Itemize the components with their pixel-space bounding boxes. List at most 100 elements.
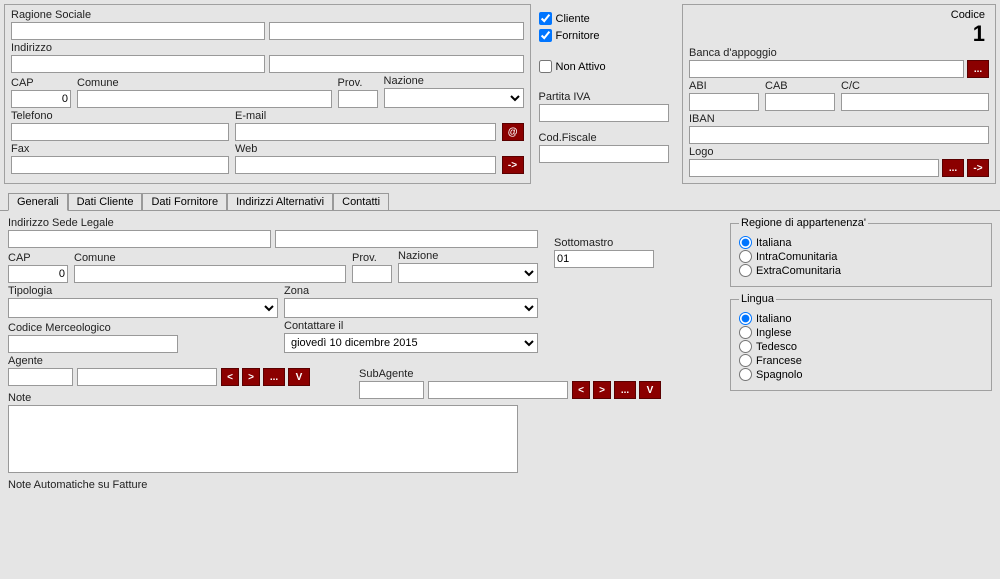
chevron-right-icon: > — [599, 385, 605, 396]
lingua-francese-radio[interactable] — [739, 354, 752, 367]
indirizzo-2-input[interactable] — [269, 55, 523, 73]
partita-iva-input[interactable] — [539, 104, 669, 122]
cab-input[interactable] — [765, 93, 835, 111]
contattare-label: Contattare il — [284, 320, 538, 332]
subagente-next-button[interactable]: > — [593, 381, 611, 399]
comune-input[interactable] — [77, 90, 332, 108]
contattare-select[interactable]: giovedì 10 dicembre 2015 — [284, 333, 538, 353]
tab-dati-fornitore[interactable]: Dati Fornitore — [142, 193, 227, 211]
subagente-more-button[interactable]: ... — [614, 381, 636, 399]
tab-generali[interactable]: Generali — [8, 193, 68, 211]
tab-contatti[interactable]: Contatti — [333, 193, 389, 211]
tab-dati-cliente[interactable]: Dati Cliente — [68, 193, 143, 211]
sede-2-input[interactable] — [275, 230, 538, 248]
cc-label: C/C — [841, 80, 989, 92]
iban-input[interactable] — [689, 126, 989, 144]
regione-italiana-radio[interactable] — [739, 236, 752, 249]
note-textarea[interactable] — [8, 405, 518, 473]
zona-select[interactable] — [284, 298, 538, 318]
regione-italiana-label: Italiana — [756, 237, 791, 249]
email-button[interactable]: @ — [502, 123, 524, 141]
lingua-spagnolo-label: Spagnolo — [756, 369, 803, 381]
cap-input[interactable] — [11, 90, 71, 108]
subagente-code-input[interactable] — [359, 381, 424, 399]
lingua-inglese-label: Inglese — [756, 327, 791, 339]
codice-value: 1 — [973, 21, 985, 47]
logo-input[interactable] — [689, 159, 939, 177]
subagente-down-button[interactable]: V — [639, 381, 661, 399]
codice-label: Codice — [951, 9, 985, 21]
sede-1-input[interactable] — [8, 230, 271, 248]
email-input[interactable] — [235, 123, 496, 141]
logo-go-button[interactable]: -> — [967, 159, 989, 177]
tab-indirizzi-alternativi[interactable]: Indirizzi Alternativi — [227, 193, 333, 211]
chevron-down-icon: V — [296, 372, 303, 383]
zona-label: Zona — [284, 285, 538, 297]
gen-prov-input[interactable] — [352, 265, 392, 283]
chevron-right-icon: > — [248, 372, 254, 383]
fornitore-checkbox[interactable] — [539, 29, 552, 42]
regione-intra-label: IntraComunitaria — [756, 251, 837, 263]
agente-name-input[interactable] — [77, 368, 217, 386]
lingua-italiano-radio[interactable] — [739, 312, 752, 325]
fornitore-label: Fornitore — [556, 30, 600, 42]
tipologia-select[interactable] — [8, 298, 278, 318]
non-attivo-label: Non Attivo — [556, 61, 606, 73]
lingua-francese-label: Francese — [756, 355, 802, 367]
indirizzo-1-input[interactable] — [11, 55, 265, 73]
lingua-legend: Lingua — [739, 293, 776, 305]
codice-merc-label: Codice Merceologico — [8, 322, 178, 334]
lingua-fieldset: Lingua Italiano Inglese Tedesco Francese… — [730, 293, 992, 391]
agente-next-button[interactable]: > — [242, 368, 260, 386]
codice-merc-input[interactable] — [8, 335, 178, 353]
logo-label: Logo — [689, 146, 989, 158]
telefono-input[interactable] — [11, 123, 229, 141]
banca-label: Banca d'appoggio — [689, 47, 989, 59]
regione-fieldset: Regione di appartenenza' Italiana IntraC… — [730, 217, 992, 287]
gen-comune-label: Comune — [74, 252, 346, 264]
lingua-italiano-label: Italiano — [756, 313, 791, 325]
gen-comune-input[interactable] — [74, 265, 346, 283]
ragione-sociale-1-input[interactable] — [11, 22, 265, 40]
more-icon: ... — [974, 64, 982, 75]
iban-label: IBAN — [689, 113, 989, 125]
agente-code-input[interactable] — [8, 368, 73, 386]
cc-input[interactable] — [841, 93, 989, 111]
lingua-tedesco-radio[interactable] — [739, 340, 752, 353]
fax-input[interactable] — [11, 156, 229, 174]
nazione-select[interactable] — [384, 88, 524, 108]
non-attivo-checkbox[interactable] — [539, 60, 552, 73]
chevron-left-icon: < — [227, 372, 233, 383]
cod-fiscale-input[interactable] — [539, 145, 669, 163]
ragione-sociale-label: Ragione Sociale — [11, 9, 524, 21]
web-go-button[interactable]: -> — [502, 156, 524, 174]
banca-more-button[interactable]: ... — [967, 60, 989, 78]
regione-extra-radio[interactable] — [739, 264, 752, 277]
agente-more-button[interactable]: ... — [263, 368, 285, 386]
partita-iva-label: Partita IVA — [539, 91, 674, 103]
abi-input[interactable] — [689, 93, 759, 111]
cliente-checkbox[interactable] — [539, 12, 552, 25]
at-icon: @ — [508, 127, 518, 138]
logo-more-button[interactable]: ... — [942, 159, 964, 177]
agente-prev-button[interactable]: < — [221, 368, 239, 386]
gen-nazione-select[interactable] — [398, 263, 538, 283]
abi-label: ABI — [689, 80, 759, 92]
cod-fiscale-label: Cod.Fiscale — [539, 132, 674, 144]
nazione-label: Nazione — [384, 75, 524, 87]
prov-label: Prov. — [338, 77, 378, 89]
agente-down-button[interactable]: V — [288, 368, 310, 386]
ragione-sociale-2-input[interactable] — [269, 22, 523, 40]
subagente-name-input[interactable] — [428, 381, 568, 399]
web-label: Web — [235, 143, 496, 155]
gen-cap-input[interactable] — [8, 265, 68, 283]
lingua-inglese-radio[interactable] — [739, 326, 752, 339]
subagente-prev-button[interactable]: < — [572, 381, 590, 399]
sottomastro-input[interactable] — [554, 250, 654, 268]
web-input[interactable] — [235, 156, 496, 174]
prov-input[interactable] — [338, 90, 378, 108]
banca-input[interactable] — [689, 60, 964, 78]
lingua-spagnolo-radio[interactable] — [739, 368, 752, 381]
lingua-tedesco-label: Tedesco — [756, 341, 797, 353]
regione-intra-radio[interactable] — [739, 250, 752, 263]
